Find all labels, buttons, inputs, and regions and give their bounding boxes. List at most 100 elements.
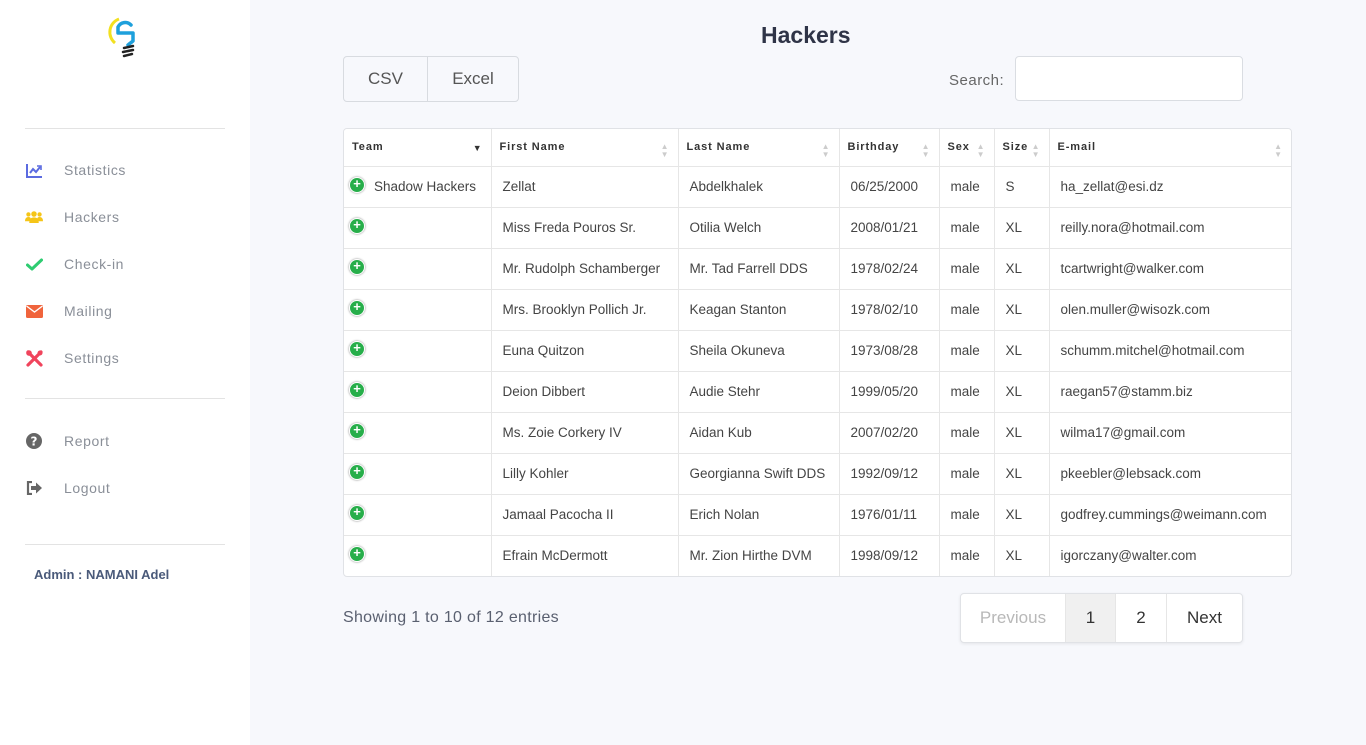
sort-icon: ▲ ▼ <box>821 142 831 159</box>
page-1-button[interactable]: 1 <box>1066 594 1116 642</box>
email-cell: godfrey.cummings@weimann.com <box>1049 494 1291 536</box>
sidebar-item-label: Statistics <box>64 162 127 178</box>
expand-row-plus-icon[interactable]: + <box>349 381 365 398</box>
expand-row-plus-icon[interactable]: + <box>349 504 365 521</box>
table-info: Showing 1 to 10 of 12 entries <box>343 609 559 626</box>
size-cell: XL <box>994 207 1050 249</box>
question-circle-icon: ? <box>25 432 43 450</box>
birthday-cell: 1978/02/24 <box>839 248 940 290</box>
email-cell: tcartwright@walker.com <box>1049 248 1291 290</box>
export-button-group: CSV Excel <box>343 56 519 102</box>
birthday-cell: 2007/02/20 <box>839 412 940 454</box>
sidebar-item-label: Report <box>64 433 110 449</box>
last-name-cell: Otilia Welch <box>678 207 840 249</box>
expand-row-plus-icon[interactable]: + <box>349 422 365 439</box>
last-name-cell: Mr. Zion Hirthe DVM <box>678 535 840 576</box>
column-header-team[interactable]: Team ▼ <box>344 129 492 167</box>
email-cell: igorczany@walter.com <box>1060 548 1197 564</box>
expand-row-plus-icon[interactable]: + <box>349 258 365 275</box>
previous-page-button[interactable]: Previous <box>961 594 1066 642</box>
sidebar-item-label: Settings <box>64 350 120 366</box>
sort-icon: ▲ ▼ <box>1031 142 1041 159</box>
table-row[interactable]: + Mr. Rudolph Schamberger Mr. Tad Farrell … <box>344 248 1291 290</box>
next-page-button[interactable]: Next <box>1167 594 1242 642</box>
email-cell: reilly.nora@hotmail.com <box>1049 207 1291 249</box>
sex-cell: male <box>939 371 995 413</box>
page-2-button[interactable]: 2 <box>1116 594 1167 642</box>
sidebar-item-logout[interactable]: Logout <box>25 476 110 500</box>
last-name-cell: Erich Nolan <box>678 494 840 536</box>
tools-icon <box>25 349 43 367</box>
table-row[interactable]: + Miss Freda Pouros Sr. Otilia Welch 2008/0… <box>344 207 1291 249</box>
expand-row-plus-icon[interactable]: + <box>349 299 365 316</box>
table-row[interactable]: + Shadow Hackers Zellat Abdelkhalek 06/25/20… <box>344 166 1291 208</box>
table-row[interactable]: + Efrain McDermott Mr. Zion Hirthe DVM 1998… <box>344 535 1291 576</box>
sidebar-item-label: Logout <box>64 480 111 496</box>
search-input[interactable] <box>1015 56 1243 101</box>
team-cell: + <box>344 535 492 576</box>
sex-cell: male <box>939 248 995 290</box>
email-cell: schumm.mitchel@hotmail.com <box>1049 330 1291 372</box>
users-icon <box>25 208 43 226</box>
birthday-cell: 1976/01/11 <box>839 494 940 536</box>
team-cell: + Shadow Hackers <box>344 166 492 208</box>
birthday-cell: 1978/02/10 <box>839 289 940 331</box>
table-row[interactable]: + Ms. Zoie Corkery IV Aidan Kub 2007/02/20 m… <box>344 412 1291 454</box>
size-cell: XL <box>994 330 1050 372</box>
table-header-row: Team ▼ First Name ▲ ▼ Last Name ▲ ▼ Birthday ▲… <box>344 129 1291 167</box>
csv-export-button[interactable]: CSV <box>344 57 428 101</box>
column-header-first-name[interactable]: First Name ▲ ▼ <box>491 129 679 167</box>
expand-row-plus-icon[interactable]: + <box>349 217 365 234</box>
team-cell: + <box>344 453 492 495</box>
hackers-table: Team ▼ First Name ▲ ▼ Last Name ▲ ▼ Birthday ▲… <box>343 128 1292 577</box>
size-cell: XL <box>994 289 1050 331</box>
page-title: Hackers <box>761 22 851 48</box>
team-cell: + <box>344 371 492 413</box>
sidebar-item-report[interactable]: ? Report <box>25 429 109 453</box>
chart-line-icon <box>25 161 43 179</box>
team-cell: + <box>344 330 492 372</box>
sort-icon: ▲ ▼ <box>1274 142 1283 159</box>
first-name-cell: Ms. Zoie Corkery IV <box>491 412 679 454</box>
sex-cell: male <box>939 535 995 576</box>
sidebar-item-label: Check-in <box>64 256 125 272</box>
sex-cell: male <box>939 166 995 208</box>
excel-export-button[interactable]: Excel <box>428 57 518 101</box>
sidebar-item-check-in[interactable]: Check-in <box>25 252 123 276</box>
last-name-cell: Sheila Okuneva <box>678 330 840 372</box>
sidebar-item-hackers[interactable]: Hackers <box>25 205 119 229</box>
sex-cell: male <box>939 330 995 372</box>
sidebar-item-mailing[interactable]: Mailing <box>25 299 112 323</box>
admin-name: Admin : NAMANI Adel <box>34 567 170 582</box>
last-name-cell: Keagan Stanton <box>678 289 840 331</box>
last-name-cell: Audie Stehr <box>678 371 840 413</box>
team-cell: + <box>344 207 492 249</box>
expand-row-plus-icon[interactable]: + <box>349 463 365 480</box>
size-cell: XL <box>994 248 1050 290</box>
column-header-size[interactable]: Size ▲ ▼ <box>994 129 1050 167</box>
expand-row-plus-icon[interactable]: + <box>349 545 365 562</box>
check-icon <box>25 255 43 273</box>
expand-row-plus-icon[interactable]: + <box>349 340 365 357</box>
team-cell: + <box>344 494 492 536</box>
first-name-cell: Jamaal Pacocha II <box>491 494 679 536</box>
table-row[interactable]: + Deion Dibbert Audie Stehr 1999/05/20 male X… <box>344 371 1291 413</box>
team-cell: + <box>344 248 492 290</box>
column-header-last-name[interactable]: Last Name ▲ ▼ <box>678 129 840 167</box>
table-row[interactable]: + Jamaal Pacocha II Erich Nolan 1976/01/11 m… <box>344 494 1291 536</box>
column-header-birthday[interactable]: Birthday ▲ ▼ <box>839 129 940 167</box>
column-header-sex[interactable]: Sex ▲ ▼ <box>939 129 995 167</box>
sidebar-divider <box>25 128 225 129</box>
first-name-cell: Miss Freda Pouros Sr. <box>491 207 679 249</box>
sidebar-item-statistics[interactable]: Statistics <box>25 158 125 182</box>
table-row[interactable]: + Mrs. Brooklyn Pollich Jr. Keagan Stanton… <box>344 289 1291 331</box>
table-row[interactable]: + Lilly Kohler Georgianna Swift DDS 1992/09… <box>344 453 1291 495</box>
sex-cell: male <box>939 207 995 249</box>
birthday-cell: 1999/05/20 <box>839 371 940 413</box>
column-header-email[interactable]: E-mail ▲ ▼ <box>1049 129 1291 167</box>
app-logo[interactable] <box>107 15 143 61</box>
table-row[interactable]: + Euna Quitzon Sheila Okuneva 1973/08/28 mal… <box>344 330 1291 372</box>
sidebar-item-settings[interactable]: Settings <box>25 346 119 370</box>
expand-row-plus-icon[interactable]: + <box>349 176 365 193</box>
sex-cell: male <box>939 412 995 454</box>
